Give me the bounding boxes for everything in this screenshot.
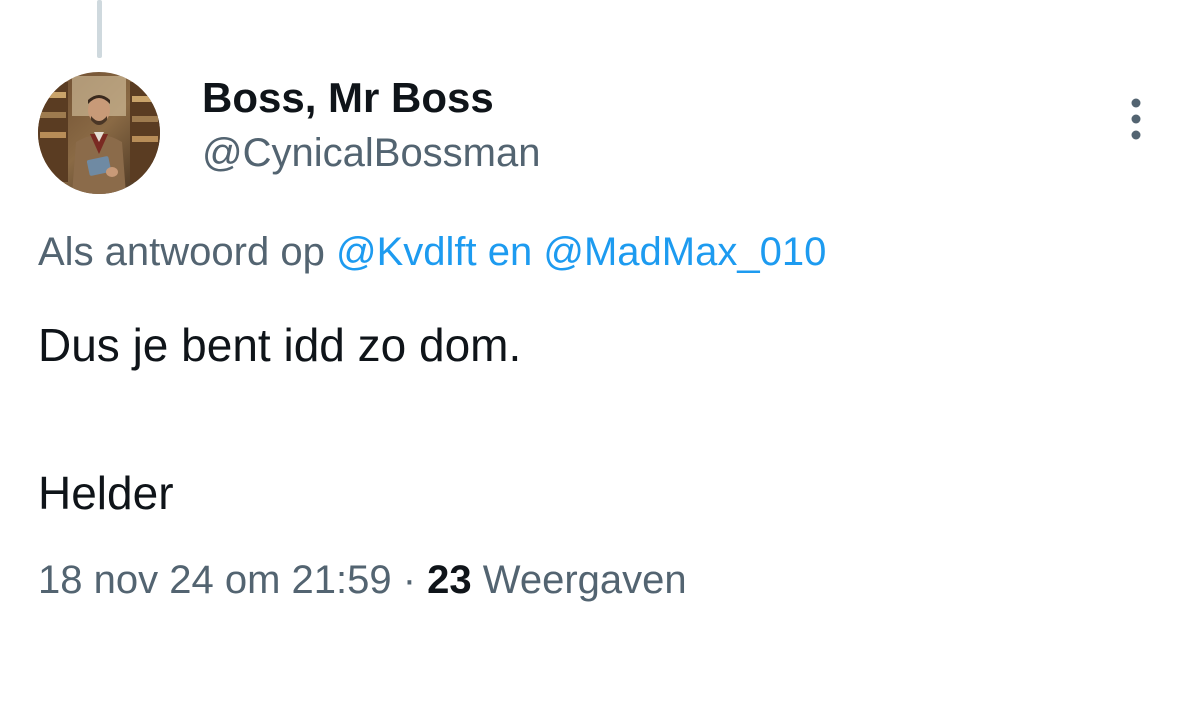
meta-separator: · [402, 558, 417, 602]
views-label[interactable]: Weergaven [483, 558, 687, 602]
views-count[interactable]: 23 [427, 558, 472, 602]
avatar-photo-icon [38, 72, 160, 194]
thread-connector-line [97, 0, 102, 58]
tweet-meta: 18 nov 24 om 21:59 · 23 Weergaven [38, 558, 687, 603]
tweet-text-line: Helder [38, 467, 174, 519]
tweet-timestamp[interactable]: 18 nov 24 om 21:59 [38, 558, 392, 602]
more-options-button[interactable] [1116, 92, 1156, 146]
reply-prefix: Als antwoord op [38, 230, 325, 274]
avatar[interactable] [38, 72, 160, 194]
mention-link-madmax[interactable]: @MadMax_010 [543, 230, 826, 274]
author-display-name[interactable]: Boss, Mr Boss [202, 74, 494, 122]
reply-conjunction[interactable]: en [488, 230, 533, 274]
author-handle[interactable]: @CynicalBossman [202, 131, 541, 176]
more-vertical-icon [1131, 98, 1141, 140]
mention-link-kvdlft[interactable]: @Kvdlft [336, 230, 477, 274]
reply-context: Als antwoord op @Kvdlft en @MadMax_010 [38, 230, 826, 275]
tweet-text-line: Dus je bent idd zo dom. [38, 319, 522, 371]
